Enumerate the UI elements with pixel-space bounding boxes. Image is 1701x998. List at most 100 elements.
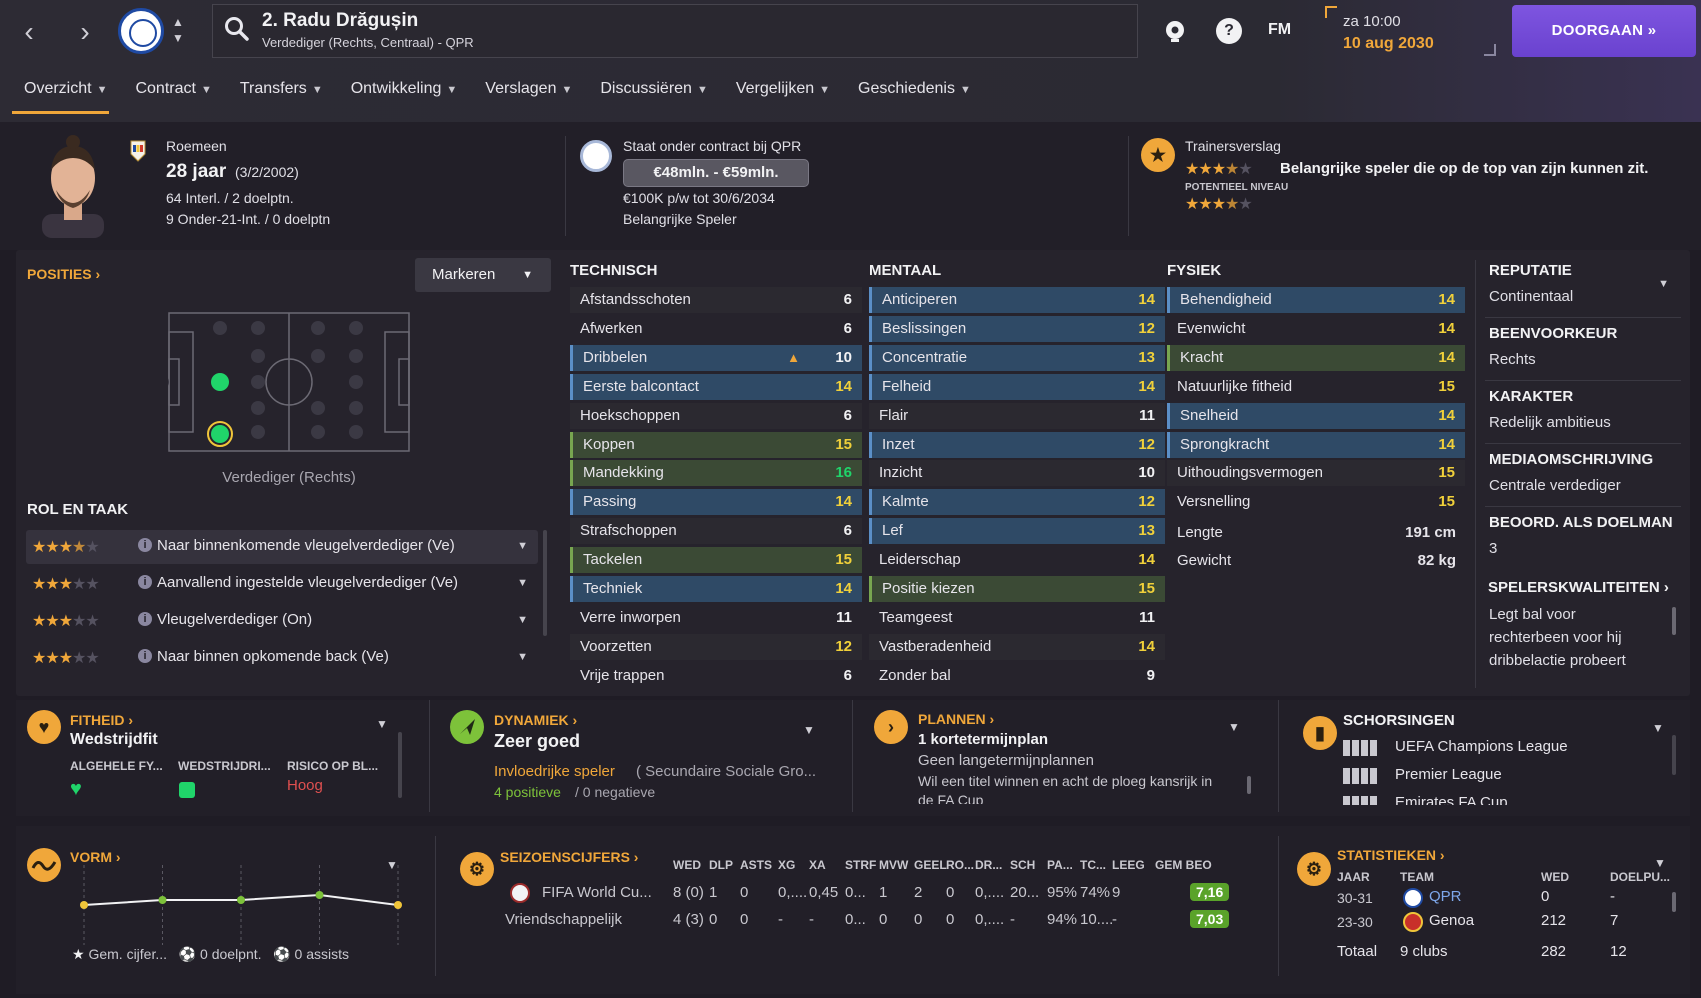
fitness-expand-icon[interactable]: ▼ <box>376 717 388 731</box>
ball-icon[interactable] <box>1162 18 1188 44</box>
tab-3[interactable]: Ontwikkeling ▼ <box>337 76 472 108</box>
suspension-row: Emirates FA Cup <box>1343 791 1643 805</box>
traits-title[interactable]: SPELERSKWALITEITEN › <box>1488 579 1669 596</box>
forward-icon[interactable]: › <box>70 12 100 52</box>
season-competition[interactable]: Vriendschappelijk <box>505 911 622 928</box>
attr-row-technical: Eerste balcontact 14 <box>570 373 862 400</box>
form-wave-icon <box>27 848 61 882</box>
season-competition[interactable]: FIFA World Cu... <box>542 884 652 901</box>
traits-scrollbar[interactable] <box>1672 607 1676 635</box>
plans-expand-icon[interactable]: ▼ <box>1228 720 1240 734</box>
chevron-down-icon[interactable]: ▼ <box>517 577 528 589</box>
injury-risk-label: RISICO OP BL... <box>287 759 379 773</box>
chevron-down-icon[interactable]: ▼ <box>517 540 528 552</box>
transfer-value-badge[interactable]: €48mln. - €59mln. <box>623 159 809 187</box>
role-stars: ★★★★★ <box>32 576 100 593</box>
attr-row-mental: Zonder bal 9 <box>869 663 1165 689</box>
improve-arrow-icon: ▲ <box>787 349 800 365</box>
plans-scrollbar[interactable] <box>1247 776 1251 794</box>
info-label: REPUTATIE <box>1489 262 1572 279</box>
tab-5[interactable]: Discussiëren ▼ <box>586 76 721 108</box>
fitness-title[interactable]: FITHEID › <box>70 712 133 728</box>
career-scrollbar[interactable] <box>1672 892 1676 912</box>
fm-menu-button[interactable]: FM <box>1268 21 1291 39</box>
suspensions-scrollbar[interactable] <box>1672 735 1676 775</box>
career-expand-icon[interactable]: ▼ <box>1654 856 1666 870</box>
team-logo-icon <box>1403 912 1423 932</box>
form-point[interactable] <box>80 901 88 909</box>
career-table: 30-31 QPR 0 - 23-30 Genoa 212 7 <box>1337 888 1667 978</box>
attr-name: Leiderschap <box>879 551 961 569</box>
season-cell: 74% <box>1080 884 1111 901</box>
role-row[interactable]: ★★★★★ i Vleugelverdediger (On) ▼ <box>26 604 538 638</box>
form-title[interactable]: VORM › <box>70 849 121 865</box>
physical-list: Behendigheid 14 Evenwicht 14 Kracht 14 Natuurl… <box>1167 287 1465 517</box>
role-row[interactable]: ★★★★★ i Naar binnenkomende vleugelverdedig… <box>26 530 538 564</box>
attr-value: 6 <box>843 522 852 540</box>
attr-row-mental: Inzet 12 <box>869 431 1165 458</box>
season-header: PA... <box>1047 858 1073 872</box>
career-team[interactable]: QPR <box>1429 888 1462 905</box>
info-label: MEDIAOMSCHRIJVING <box>1489 451 1654 468</box>
back-icon[interactable]: ‹ <box>14 12 44 52</box>
positions-title[interactable]: POSITIES › <box>27 266 100 282</box>
season-header: WED <box>673 858 701 872</box>
career-goals: - <box>1610 888 1615 905</box>
tab-1[interactable]: Contract ▼ <box>121 76 225 108</box>
tab-2[interactable]: Transfers ▼ <box>226 76 337 108</box>
world-cup-logo-icon <box>510 883 530 903</box>
search-icon[interactable] <box>224 16 250 47</box>
chevron-down-icon[interactable]: ▼ <box>517 614 528 626</box>
form-point[interactable] <box>315 891 324 899</box>
attr-row-physical: Snelheid 14 <box>1167 402 1465 429</box>
influence-status[interactable]: Invloedrijke speler <box>494 763 615 780</box>
continue-button[interactable]: DOORGAAN » <box>1512 5 1696 57</box>
tab-6[interactable]: Vergelijken ▼ <box>722 76 844 108</box>
attr-value: 16 <box>835 464 852 482</box>
info-panel: REPUTATIE Continentaal ▼ BEENVOORKEUR Rechts… <box>1485 262 1685 562</box>
club-logo[interactable] <box>118 8 164 54</box>
plans-title[interactable]: PLANNEN › <box>918 711 994 727</box>
player-switch-icon[interactable]: ▲ ▼ <box>172 14 184 46</box>
short-term-plans: 1 kortetermijnplan <box>918 731 1049 748</box>
dynamics-title[interactable]: DYNAMIEK › <box>494 712 577 728</box>
role-row[interactable]: ★★★★★ i Aanvallend ingestelde vleugelverde… <box>26 567 538 601</box>
form-point[interactable] <box>394 901 402 909</box>
career-stats-title[interactable]: STATISTIEKEN › <box>1337 847 1445 863</box>
season-cell: 1 <box>709 884 718 901</box>
roles-scrollbar[interactable] <box>543 530 547 636</box>
suspensions-expand-icon[interactable]: ▼ <box>1652 721 1664 735</box>
chevron-down-icon: ▼ <box>446 84 458 96</box>
attr-row-technical: Afstandsschoten 6 <box>570 287 862 313</box>
attr-value: 14 <box>1438 319 1455 337</box>
game-date[interactable]: 10 aug 2030 <box>1343 35 1434 53</box>
career-total-label: Totaal <box>1337 943 1378 960</box>
chevron-down-icon[interactable]: ▼ <box>517 651 528 663</box>
season-cell: 0 <box>709 911 718 928</box>
squad-status: Belangrijke Speler <box>623 211 737 227</box>
attr-value: 11 <box>1139 608 1155 626</box>
trait-line-1: Legt bal voor <box>1489 606 1576 623</box>
role-row[interactable]: ★★★★★ i Naar binnen opkomende back (Ve) ▼ <box>26 641 538 675</box>
form-point[interactable] <box>237 896 245 904</box>
form-point[interactable] <box>158 896 167 904</box>
mark-dropdown[interactable]: Markeren ▼ <box>415 258 551 292</box>
fitness-scrollbar[interactable] <box>398 732 402 798</box>
help-icon[interactable]: ? <box>1216 18 1242 44</box>
roles-title: ROL EN TAAK <box>27 501 129 518</box>
attr-value: 14 <box>1438 348 1455 366</box>
attr-value: 15 <box>835 435 852 453</box>
chevron-down-icon[interactable]: ▼ <box>1658 278 1669 290</box>
form-avg-rating: Gem. cijfer... <box>88 946 168 962</box>
attr-name: Flair <box>879 406 909 424</box>
tab-4[interactable]: Verslagen ▼ <box>471 76 586 108</box>
tab-0[interactable]: Overzicht ▼ <box>10 76 121 114</box>
career-team[interactable]: Genoa <box>1429 912 1474 929</box>
attr-row-technical: Verre inworpen 11 <box>570 605 862 631</box>
season-header: SCH <box>1010 858 1036 872</box>
positive-relations: 4 positieve <box>494 784 561 800</box>
dynamics-expand-icon[interactable]: ▼ <box>803 723 815 737</box>
divider <box>1278 700 1279 812</box>
tab-7[interactable]: Geschiedenis ▼ <box>844 76 985 108</box>
attr-value: 6 <box>843 291 852 308</box>
